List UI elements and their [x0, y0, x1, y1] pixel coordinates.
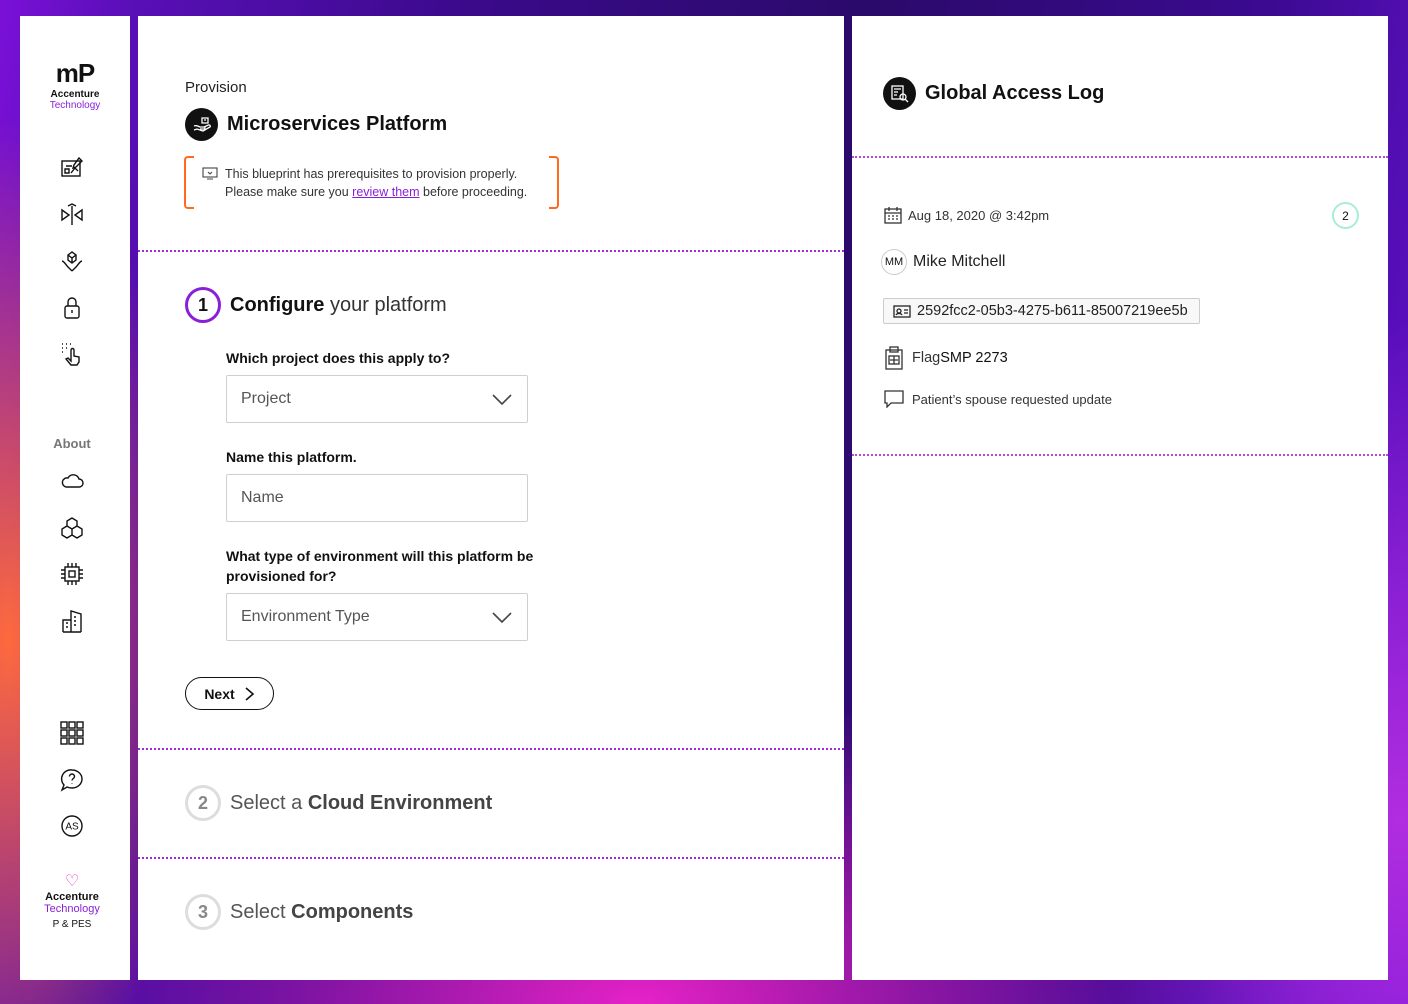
platform-hands-icon [185, 108, 218, 141]
help-icon[interactable] [58, 766, 86, 794]
step-1-header[interactable]: 1 Configure your platform [185, 287, 447, 323]
notice-line-2-suffix: before proceeding. [419, 185, 528, 199]
notice-text: This blueprint has prerequisites to prov… [225, 165, 527, 201]
log-count-badge[interactable]: 2 [1332, 202, 1359, 229]
platform-name-input[interactable]: Name [226, 474, 528, 522]
log-user-name: Mike Mitchell [913, 253, 1006, 270]
step-2-title: Select a Cloud Environment [230, 791, 493, 814]
project-select-placeholder: Project [241, 390, 291, 407]
services-hands-icon[interactable] [58, 248, 86, 276]
clipboard-medical-icon [885, 346, 903, 370]
access-log-header: Global Access Log [883, 77, 1104, 110]
notice-line-2: Please make sure you review them before … [225, 183, 527, 201]
chevron-down-icon [492, 612, 512, 624]
calendar-icon [884, 207, 902, 224]
logo-mark: mP [55, 58, 95, 88]
log-user-row: MM Mike Mitchell [881, 249, 1005, 275]
next-button[interactable]: Next [185, 677, 274, 710]
step-3-number: 3 [185, 894, 221, 930]
section-divider [138, 748, 844, 750]
section-divider [138, 857, 844, 859]
logo-division: Technology [49, 100, 101, 111]
footer-brand: ♡ Accenture Technology P & PES [20, 873, 124, 931]
id-card-icon [893, 304, 911, 318]
chip-icon[interactable] [58, 560, 86, 588]
step-3-header[interactable]: 3 Select Components [185, 894, 413, 930]
log-timestamp: Aug 18, 2020 @ 3:42pm [908, 207, 1050, 223]
page-header: Microservices Platform [185, 108, 447, 141]
profile-initials: AS [65, 822, 79, 833]
user-avatar: MM [881, 249, 907, 275]
record-id-chip[interactable]: 2592fcc2-05b3-4275-b611-85007219ee5b [883, 298, 1200, 324]
flag-value: SMP 2273 [940, 350, 1008, 366]
environment-question: What type of environment will this platf… [226, 548, 534, 584]
buildings-icon[interactable] [58, 607, 86, 635]
notice-line-1: This blueprint has prerequisites to prov… [225, 167, 518, 181]
step-1-title: Configure your platform [230, 293, 447, 316]
log-comment-row: Patient’s spouse requested update [884, 390, 1112, 408]
chevron-down-icon [492, 394, 512, 406]
platform-name-placeholder: Name [241, 489, 284, 506]
project-question: Which project does this apply to? [226, 350, 451, 366]
touch-pointer-icon[interactable] [58, 340, 86, 368]
breadcrumb: Provision [185, 79, 247, 96]
notice-bracket-left [184, 156, 194, 209]
environment-type-placeholder: Environment Type [241, 608, 370, 625]
lock-icon[interactable] [58, 294, 86, 322]
review-prerequisites-link[interactable]: review them [352, 185, 419, 199]
footer-company: Accenture [45, 891, 99, 903]
apps-grid-icon[interactable] [58, 719, 86, 747]
notice-bracket-right [549, 156, 559, 209]
log-timestamp-row: Aug 18, 2020 @ 3:42pm [884, 206, 1049, 224]
about-label: About [53, 436, 91, 451]
name-question: Name this platform. [226, 449, 357, 465]
log-search-icon [883, 77, 916, 110]
access-log-panel: Global Access Log Aug 18, 2020 @ 3:42pm … [852, 16, 1388, 980]
step-3-title: Select Components [230, 900, 414, 923]
environment-type-select[interactable]: Environment Type [226, 593, 528, 641]
step-2-number: 2 [185, 785, 221, 821]
log-comment: Patient’s spouse requested update [912, 391, 1112, 407]
page-title: Microservices Platform [227, 113, 448, 135]
log-divider [852, 454, 1388, 456]
footer-division: Technology [44, 903, 100, 915]
flag-label: Flag [912, 350, 941, 366]
record-id: 2592fcc2-05b3-4275-b611-85007219ee5b [917, 303, 1188, 319]
blueprint-icon[interactable] [58, 154, 86, 182]
log-divider [852, 156, 1388, 158]
provision-panel: Provision Microservices Platform This bl… [138, 16, 844, 980]
next-button-label: Next [204, 685, 235, 702]
access-log-title: Global Access Log [925, 82, 1105, 104]
footer-group: P & PES [52, 919, 92, 930]
heart-icon: ♡ [64, 873, 80, 890]
screen-icon [202, 167, 218, 180]
section-divider [138, 250, 844, 252]
step-2-header[interactable]: 2 Select a Cloud Environment [185, 785, 492, 821]
cubes-icon[interactable] [58, 514, 86, 542]
log-flag-row: Flag SMP 2273 [884, 346, 1008, 370]
logo[interactable]: mP Accenture Technology [20, 60, 130, 111]
cloud-icon[interactable] [58, 467, 86, 495]
chevron-right-icon [245, 686, 254, 701]
prerequisites-notice: This blueprint has prerequisites to prov… [184, 156, 559, 209]
sidebar: mP Accenture Technology About AS ♡ Accen [20, 16, 130, 980]
step-1-number: 1 [185, 287, 221, 323]
project-select[interactable]: Project [226, 375, 528, 423]
deploy-icon[interactable] [58, 201, 86, 229]
comment-icon [884, 390, 904, 408]
notice-line-2-prefix: Please make sure you [225, 185, 353, 199]
logo-company: Accenture [50, 89, 100, 100]
profile-avatar[interactable]: AS [58, 812, 86, 840]
